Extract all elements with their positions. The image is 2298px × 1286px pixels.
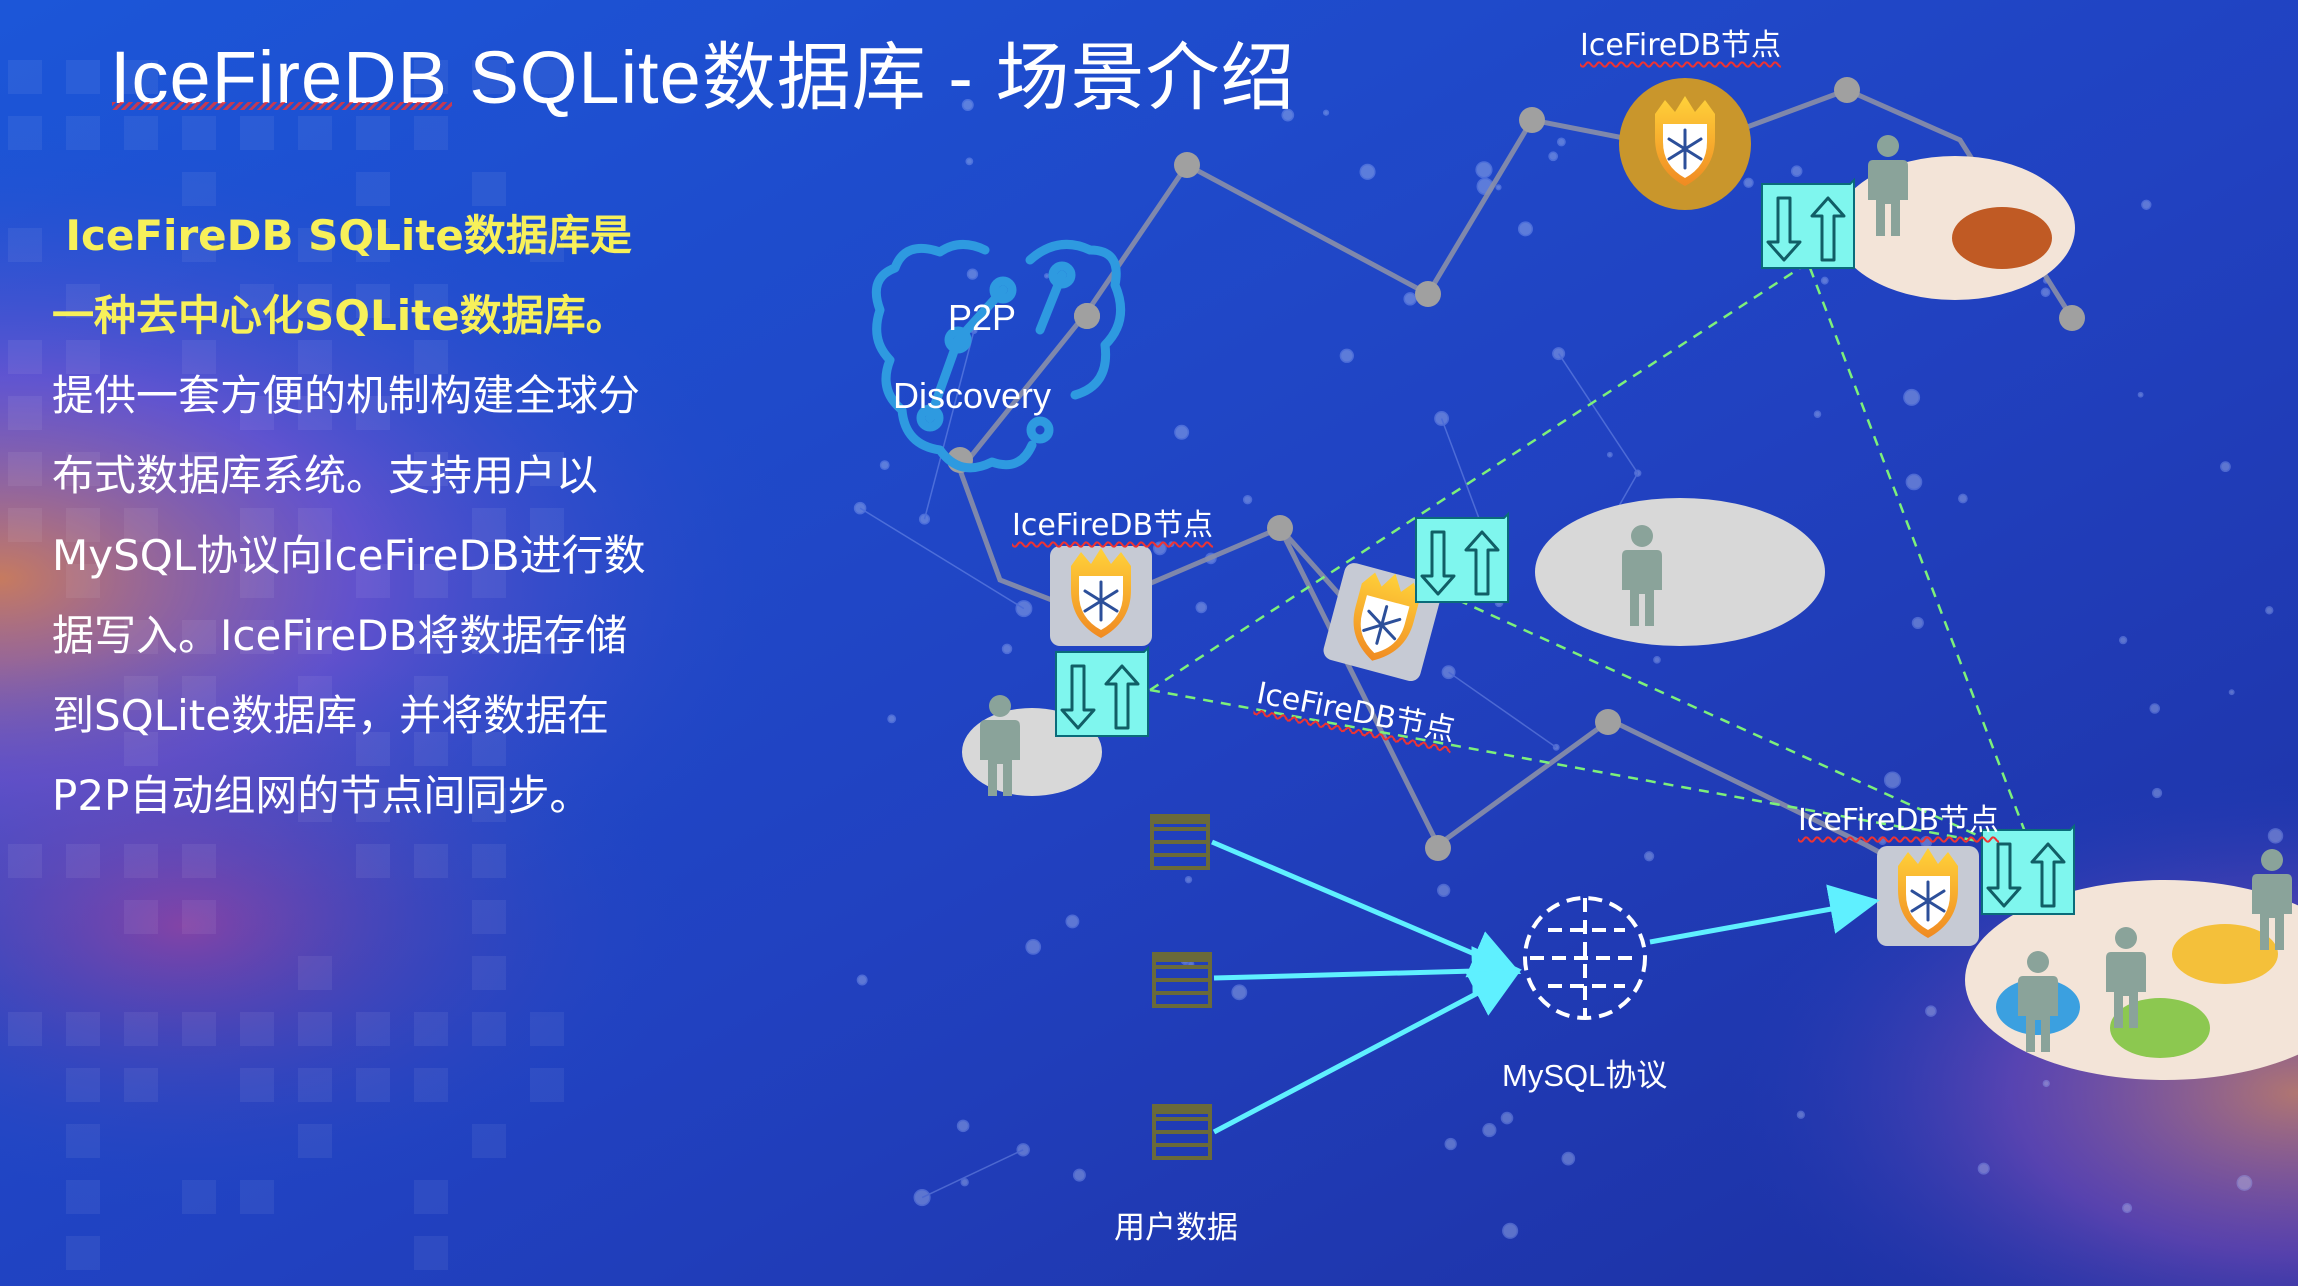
user-data-label: 用户数据 — [1114, 1210, 1238, 1246]
node-label-right: IceFireDB节点 — [1798, 803, 2000, 838]
node-label-top: IceFireDB节点 — [1580, 28, 1782, 63]
database-icon — [1152, 952, 1212, 1008]
user-group-ellipse-center — [1535, 498, 1825, 646]
p2p-label-line1: P2P — [948, 297, 1016, 338]
sync-icon — [1054, 646, 1150, 738]
sync-icon — [1414, 512, 1510, 604]
architecture-diagram: P2P Discovery MySQL协议 用户数据 — [871, 77, 2298, 1246]
sync-icon — [1760, 178, 1856, 270]
network-dot — [1595, 709, 1621, 735]
network-dot — [1519, 107, 1545, 133]
network-dot — [1174, 152, 1200, 178]
node-label-left: IceFireDB节点 — [1012, 508, 1214, 543]
mysql-label: MySQL协议 — [1502, 1058, 1667, 1093]
network-dot — [1267, 515, 1293, 541]
database-icon — [1152, 1104, 1212, 1160]
network-dot — [1425, 835, 1451, 861]
network-dot — [1415, 281, 1441, 307]
data-blob — [1952, 207, 2052, 269]
p2p-label-line2: Discovery — [893, 375, 1051, 416]
network-dot — [1834, 77, 1860, 103]
data-blob — [2110, 998, 2210, 1058]
sync-icon — [1980, 824, 2076, 916]
network-dot — [1074, 303, 1100, 329]
p2p-discovery-icon — [871, 239, 1126, 473]
network-dot — [2059, 305, 2085, 331]
mysql-protocol-icon — [1523, 896, 1647, 1020]
database-icon — [1150, 814, 1210, 870]
